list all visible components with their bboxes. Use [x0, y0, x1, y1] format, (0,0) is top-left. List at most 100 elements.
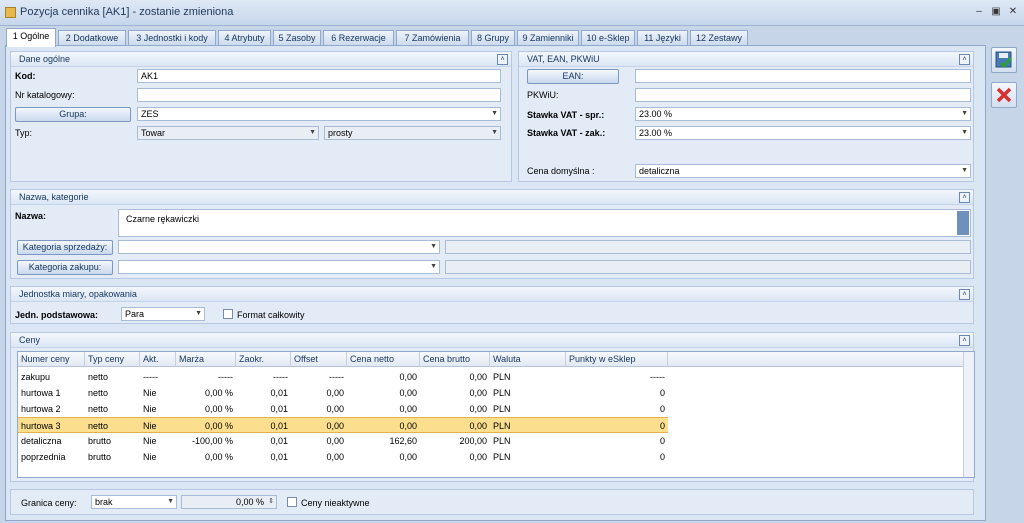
typ-select[interactable]: Towar ▼	[137, 126, 319, 140]
typ-sub-value: prosty	[328, 128, 353, 138]
table-row[interactable]: zakupu netto ----- ----- ----- ----- 0,00 0,00 P…	[18, 369, 668, 385]
table-cell: 0,00	[399, 404, 417, 414]
col-waluta[interactable]: Waluta	[490, 352, 566, 367]
cena-domyslna-select[interactable]: detaliczna ▼	[635, 164, 971, 178]
format-checkbox[interactable]	[223, 309, 233, 319]
tab-zamienniki[interactable]: 9 Zamienniki	[517, 30, 579, 46]
collapse-icon[interactable]: ˄	[959, 192, 970, 203]
table-cell: 0,00	[469, 372, 487, 382]
prices-panel: Ceny ˄ Numer ceny Typ ceny Akt. Marża Za…	[10, 332, 975, 482]
tab-zamowienia[interactable]: 7 Zamówienia	[396, 30, 469, 46]
collapse-icon[interactable]: ˄	[959, 54, 970, 65]
table-cell: 0,00	[399, 421, 417, 431]
maximize-icon[interactable]: ▣	[989, 6, 1003, 18]
tab-dodatkowe[interactable]: 2 Dodatkowe	[58, 30, 126, 46]
kategoria-sprzedazy-button[interactable]: Kategoria sprzedaży:	[17, 240, 113, 255]
table-cell: 0,00	[469, 388, 487, 398]
table-cell: hurtowa 3	[21, 421, 61, 431]
col-akt[interactable]: Akt.	[140, 352, 176, 367]
ean-input[interactable]	[635, 69, 971, 83]
scrollbar[interactable]	[957, 211, 969, 235]
format-label: Format całkowity	[237, 310, 305, 320]
table-cell: 0,00 %	[204, 421, 233, 431]
chevron-down-icon: ▼	[309, 129, 316, 136]
nazwa-input[interactable]: Czarne rękawiczki	[118, 209, 971, 237]
nazwa-value: Czarne rękawiczki	[126, 214, 200, 224]
table-cell: netto	[88, 372, 109, 382]
typ-value: Towar	[141, 128, 166, 138]
granica-label: Granica ceny:	[21, 498, 77, 508]
minimize-icon[interactable]: –	[972, 6, 986, 18]
table-row[interactable]: hurtowa 3 netto Nie 0,00 % 0,01 0,00 0,00 0,00 P…	[18, 417, 668, 433]
kategoria-zakupu-select[interactable]: ▼	[118, 260, 440, 274]
table-cell: PLN	[493, 404, 511, 414]
col-zaokr[interactable]: Zaokr.	[236, 352, 291, 367]
table-row[interactable]: detaliczna brutto Nie -100,00 % 0,01 0,00 162,…	[18, 433, 668, 449]
collapse-icon[interactable]: ˄	[959, 335, 970, 346]
cancel-icon	[996, 87, 1012, 103]
unit-header: Jednostka miary, opakowania	[11, 287, 973, 302]
table-row[interactable]: hurtowa 2 netto Nie 0,00 % 0,01 0,00 0,00 0,00 P…	[18, 401, 668, 417]
jedn-select[interactable]: Para ▼	[121, 307, 205, 321]
tab-esklep[interactable]: 10 e-Sklep	[581, 30, 635, 46]
nieaktywne-checkbox[interactable]	[287, 497, 297, 507]
content-area: Dane ogólne ˄ Kod: AK1 Nr katalogowy: Gr…	[5, 45, 986, 521]
granica-select[interactable]: brak ▼	[91, 495, 177, 509]
kategoria-sprzedazy-select[interactable]: ▼	[118, 240, 440, 254]
table-cell: hurtowa 1	[21, 388, 61, 398]
tab-zasoby[interactable]: 5 Zasoby	[273, 30, 321, 46]
table-cell: 0,01	[270, 452, 288, 462]
tab-ogolne[interactable]: 1 Ogólne	[6, 28, 56, 47]
table-row[interactable]: hurtowa 1 netto Nie 0,00 % 0,01 0,00 0,00 0,00 P…	[18, 385, 668, 401]
tab-grupy[interactable]: 8 Grupy	[471, 30, 515, 46]
table-cell: PLN	[493, 388, 511, 398]
save-button[interactable]	[991, 47, 1017, 73]
tab-zestawy[interactable]: 12 Zestawy	[690, 30, 748, 46]
name-panel: Nazwa, kategorie ˄ Nazwa: Czarne rękawic…	[10, 189, 974, 279]
col-numer[interactable]: Numer ceny	[18, 352, 85, 367]
table-header: Numer ceny Typ ceny Akt. Marża Zaokr. Of…	[18, 352, 974, 367]
percent-input[interactable]: 0,00 % ⇕	[181, 495, 277, 509]
col-marza[interactable]: Marża	[176, 352, 236, 367]
tab-rezerwacje[interactable]: 6 Rezerwacje	[323, 30, 394, 46]
chevron-down-icon: ▼	[961, 167, 968, 174]
tab-jezyki[interactable]: 11 Języki	[637, 30, 688, 46]
cancel-button[interactable]	[991, 82, 1017, 108]
kategoria-zakupu-button[interactable]: Kategoria zakupu:	[17, 260, 113, 275]
pkwiu-input[interactable]	[635, 88, 971, 102]
stawka-zak-select[interactable]: 23.00 % ▼	[635, 126, 971, 140]
granica-value: brak	[95, 497, 113, 507]
collapse-icon[interactable]: ˄	[497, 54, 508, 65]
col-cena-brutto[interactable]: Cena brutto	[420, 352, 490, 367]
table-cell: 0,00	[399, 372, 417, 382]
typ-label: Typ:	[15, 128, 33, 138]
typ-sub-select[interactable]: prosty ▼	[324, 126, 501, 140]
prices-header: Ceny	[11, 333, 973, 348]
tab-atrybuty[interactable]: 4 Atrybuty	[218, 30, 271, 46]
col-typ[interactable]: Typ ceny	[85, 352, 140, 367]
ean-button[interactable]: EAN:	[527, 69, 619, 84]
collapse-icon[interactable]: ˄	[959, 289, 970, 300]
kod-input[interactable]: AK1	[137, 69, 501, 83]
col-cena-netto[interactable]: Cena netto	[347, 352, 420, 367]
col-punkty[interactable]: Punkty w eSklep	[566, 352, 668, 367]
table-cell: 0,00 %	[204, 388, 233, 398]
nr-katalogowy-input[interactable]	[137, 88, 501, 102]
table-cell: netto	[88, 388, 109, 398]
close-icon[interactable]: ✕	[1006, 6, 1020, 18]
table-cell: Nie	[143, 452, 157, 462]
grupa-select[interactable]: ZES ▼	[137, 107, 501, 121]
grupa-button[interactable]: Grupa:	[15, 107, 131, 122]
cena-domyslna-value: detaliczna	[639, 166, 680, 176]
jedn-value: Para	[125, 309, 145, 319]
scrollbar[interactable]	[963, 352, 974, 477]
table-cell: 0	[659, 388, 665, 398]
stawka-spr-select[interactable]: 23.00 % ▼	[635, 107, 971, 121]
jedn-label: Jedn. podstawowa:	[15, 310, 99, 320]
tab-jednostki[interactable]: 3 Jednostki i kody	[128, 30, 216, 46]
col-offset[interactable]: Offset	[291, 352, 347, 367]
pkwiu-label: PKWiU:	[527, 90, 559, 100]
table-row[interactable]: poprzednia brutto Nie 0,00 % 0,01 0,00 0,00 0,0…	[18, 449, 668, 465]
chevron-down-icon: ▼	[195, 310, 202, 317]
chevron-down-icon: ▼	[430, 263, 437, 270]
